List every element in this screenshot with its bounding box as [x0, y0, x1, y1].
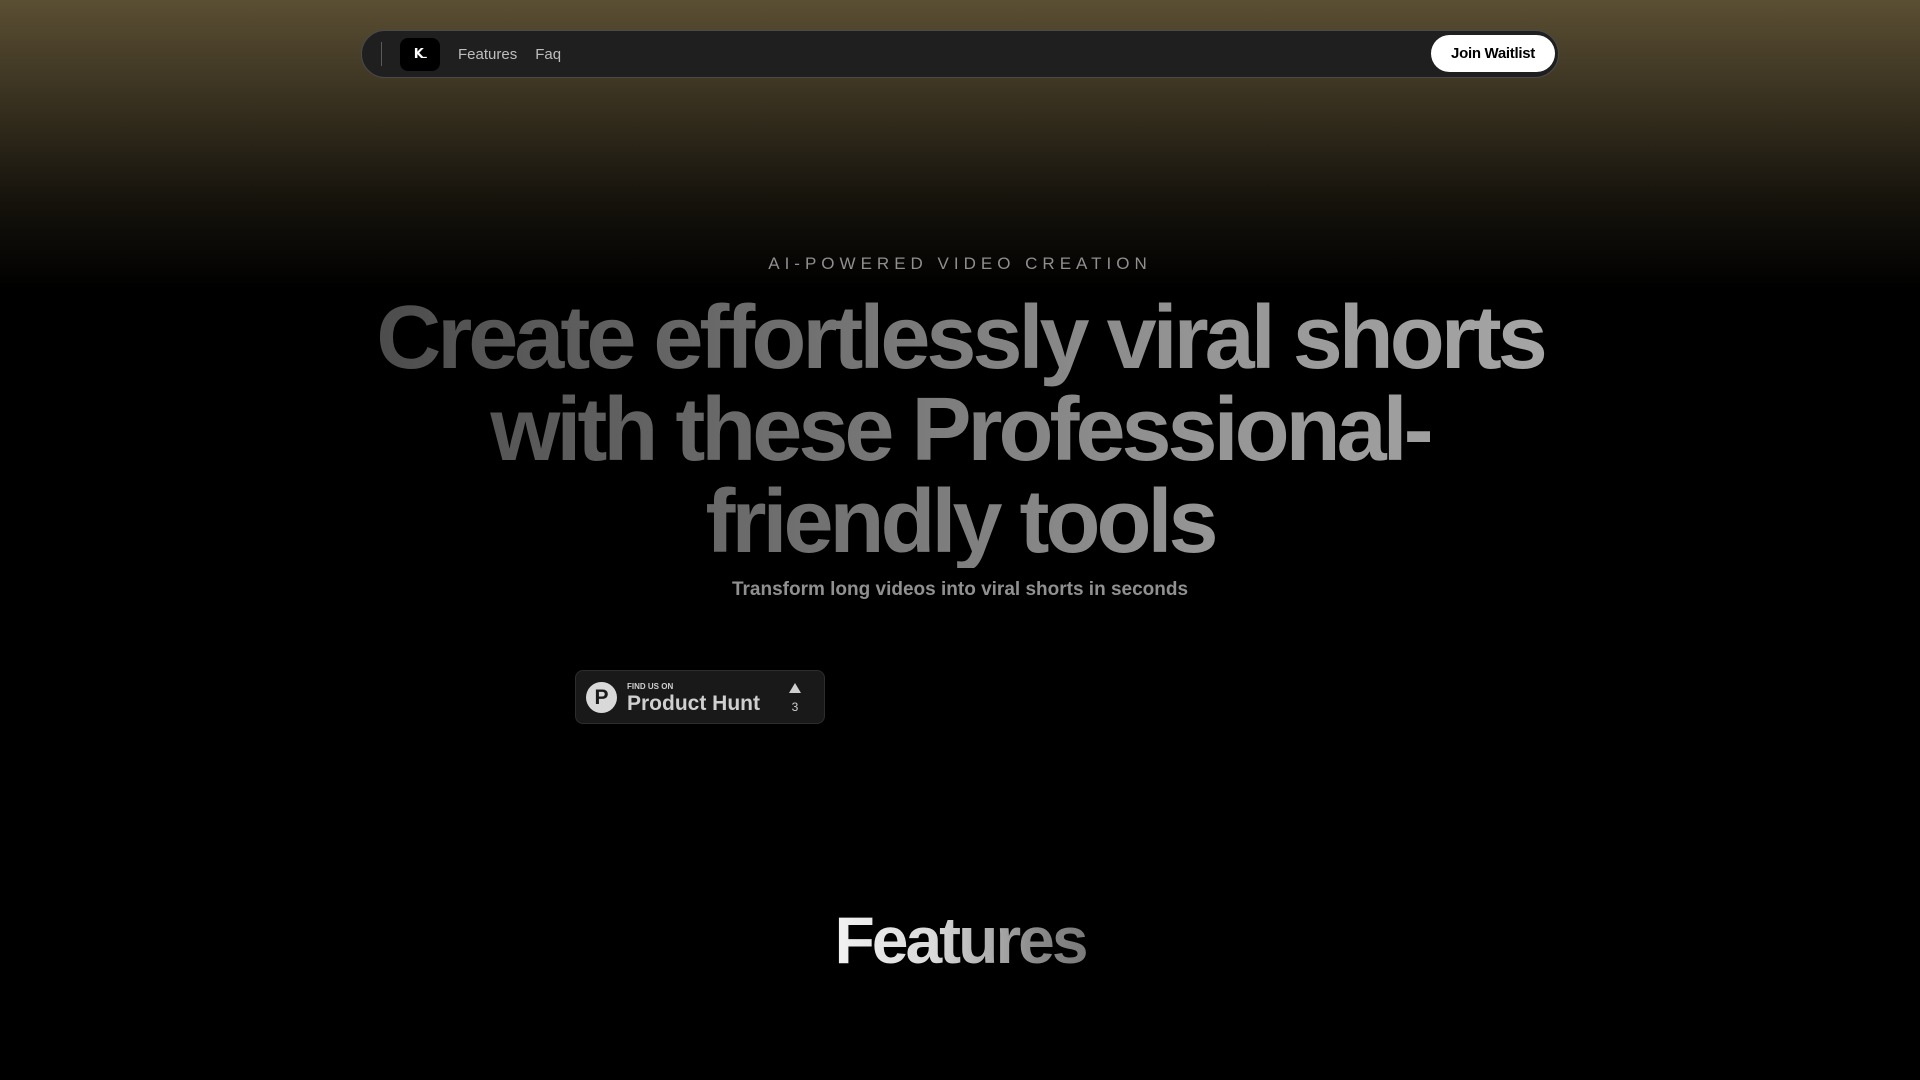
features-title-text: Features: [834, 903, 1088, 977]
page: K – Features Faq Join Waitlist AI-POWERED…: [0, 0, 1920, 1080]
logo-text: K: [413, 46, 424, 62]
nav-divider: [381, 42, 382, 66]
product-hunt-name: Product Hunt: [627, 692, 760, 715]
hero-subheadline: Transform long videos into viral shorts …: [731, 579, 1189, 600]
hero-eyebrow: AI-POWERED VIDEO CREATION: [768, 254, 1152, 273]
features-section-title: Features: [0, 904, 1920, 976]
nav-link-faq[interactable]: Faq: [535, 46, 561, 63]
hero-headline: Create effortlessly viral shorts with th…: [360, 292, 1560, 568]
upvote-count: 3: [791, 700, 799, 714]
product-hunt-badge[interactable]: P FIND US ON Product Hunt 3: [575, 670, 825, 724]
upvote-triangle-icon: [789, 683, 801, 693]
brand-logo[interactable]: K –: [400, 37, 440, 71]
product-hunt-logo-icon: P: [586, 682, 617, 713]
nav-link-features[interactable]: Features: [458, 46, 517, 63]
top-navigation-bar: K – Features Faq Join Waitlist: [361, 30, 1559, 78]
product-hunt-small-text: FIND US ON: [627, 682, 674, 691]
join-waitlist-button[interactable]: Join Waitlist: [1431, 35, 1555, 72]
